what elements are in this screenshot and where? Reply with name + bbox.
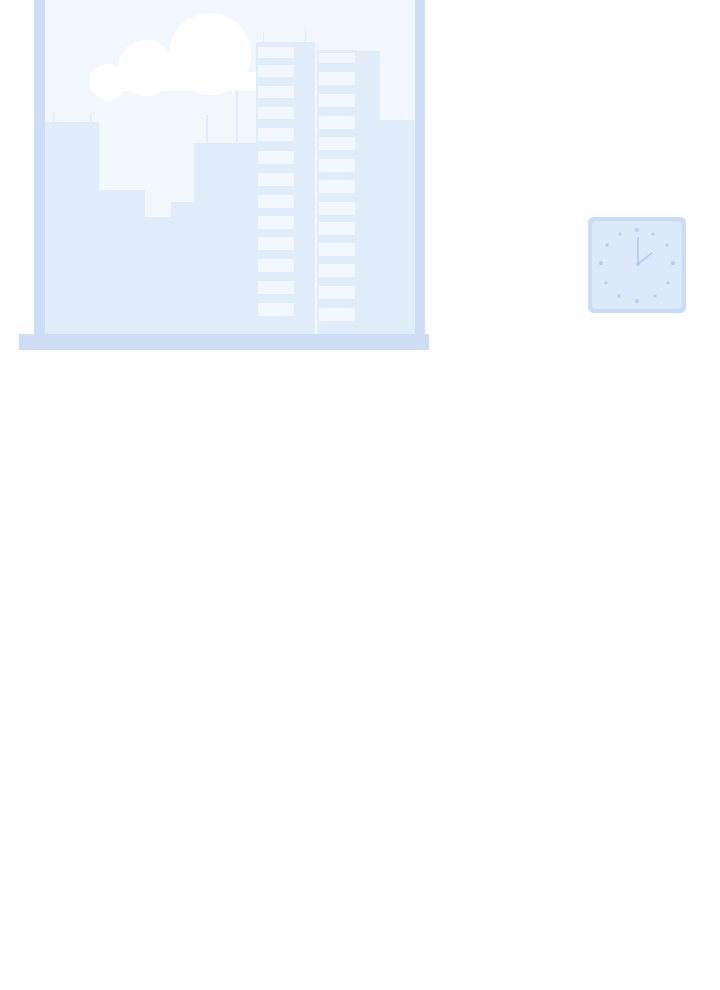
clock-center (636, 262, 640, 266)
square-wall-clock-icon (587, 216, 687, 314)
window-frame-right (415, 0, 425, 338)
window-sill (19, 334, 429, 350)
illustration-scene (0, 0, 720, 990)
wall-clock-svg (588, 217, 686, 313)
window-cityscape-illustration (18, 0, 430, 352)
window-cityscape-svg (19, 0, 429, 350)
